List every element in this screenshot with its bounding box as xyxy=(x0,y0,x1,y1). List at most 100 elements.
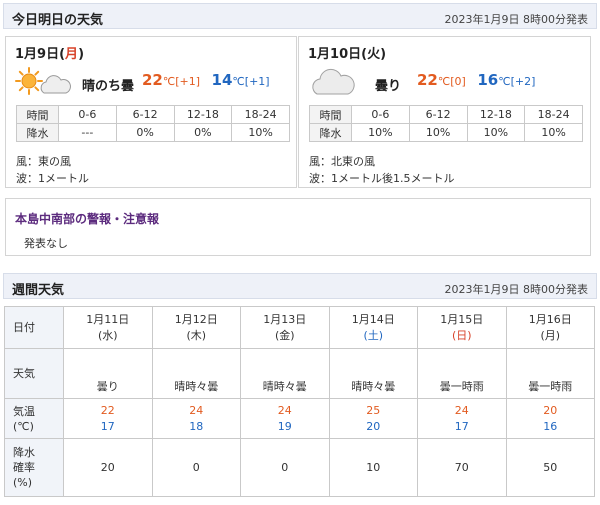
weekly-temp-cell: 24 18 xyxy=(151,398,241,439)
cloud-icon xyxy=(312,68,355,95)
table-row: 気温 (℃) 22 17 24 18 24 19 25 20 24 17 20 16 xyxy=(4,398,595,439)
weekly-date-cell: 1月13日 (金) xyxy=(240,306,330,349)
weekly-pop-cell: 10 xyxy=(328,438,418,497)
time-label: 時間 xyxy=(16,105,59,124)
weekly-low-temp: 20 xyxy=(366,419,381,433)
period-cell: 0-6 xyxy=(351,105,410,124)
weekly-low-temp: 18 xyxy=(189,419,204,433)
weekly-low-temp: 19 xyxy=(277,419,292,433)
table-row: 時間 0-6 6-12 12-18 18-24 xyxy=(309,105,583,124)
weekly-date: 1月11日 xyxy=(86,312,130,326)
today-low-diff: [+1] xyxy=(244,75,270,88)
today-weather-text: 晴のち曇 xyxy=(82,79,135,94)
period-cell: 18-24 xyxy=(231,105,290,124)
rain-cell: 10% xyxy=(408,123,468,142)
temp-label: 気温 (℃) xyxy=(4,398,64,439)
weekly-weather-cell: 曇一時雨 xyxy=(505,348,595,399)
weekly-high-temp: 24 xyxy=(454,403,469,417)
weekly-weather-cell: 曇一時雨 xyxy=(417,348,507,399)
weekly-date: 1月12日 xyxy=(174,312,218,326)
rain-label: 降水 xyxy=(16,123,59,142)
weekly-temp-cell: 22 17 xyxy=(63,398,153,439)
weekly-high-temp: 20 xyxy=(543,403,558,417)
table-row: 日付 1月11日 (水) 1月12日 (木) 1月13日 (金) 1月14日 (土) 1月15日… xyxy=(4,306,595,349)
time-label: 時間 xyxy=(309,105,352,124)
tomorrow-rain-table: 時間 0-6 6-12 12-18 18-24 降水 10% 10% 10% 1… xyxy=(309,105,583,142)
today-temperatures: 22℃[+1] 14℃[+1] xyxy=(142,71,270,89)
tomorrow-low-diff: [+2] xyxy=(510,75,536,88)
weekly-date-cell: 1月15日 (日) xyxy=(417,306,507,349)
weekly-weather-text: 曇一時雨 xyxy=(439,380,484,393)
weekly-weekday: (日) xyxy=(451,328,472,342)
weekly-pop-cell: 70 xyxy=(417,438,507,497)
weekly-weather-cell: 晴時々曇 xyxy=(151,348,241,399)
weekly-date: 1月13日 xyxy=(263,312,307,326)
weekly-weather-cell: 曇り xyxy=(63,348,153,399)
weekly-high-temp: 24 xyxy=(189,403,204,417)
weekly-pop-cell: 20 xyxy=(63,438,153,497)
period-cell: 12-18 xyxy=(173,105,233,124)
weekly-date-cell: 1月16日 (月) xyxy=(505,306,595,349)
tomorrow-weekday: 火 xyxy=(367,47,381,62)
tomorrow-high-diff: [0] xyxy=(450,75,466,88)
weekly-announced-time: 2023年1月9日 8時00分発表 xyxy=(444,283,588,296)
sun-with-cloud-icon xyxy=(265,353,305,377)
table-row: 天気 曇り 晴時々曇 晴時々曇 晴時々曇 曇一時雨 曇一時雨 xyxy=(4,348,595,399)
weekly-weather-text: 曇一時雨 xyxy=(528,380,573,393)
tomorrow-weather-text: 曇り xyxy=(375,79,402,94)
weekly-pop-cell: 0 xyxy=(240,438,330,497)
tomorrow-low-temp: 16℃ xyxy=(477,71,511,89)
alert-title-link[interactable]: 本島中南部の警報・注意報 xyxy=(15,210,159,227)
weekly-weekday: (金) xyxy=(274,328,295,342)
rain-cell: 10% xyxy=(231,123,290,142)
weekly-weather-text: 晴時々曇 xyxy=(262,380,307,393)
cloud-with-umbrella-icon xyxy=(442,353,482,377)
today-date: 1月9日 xyxy=(15,47,60,62)
today-panel: 1月9日(月) 晴のち曇 22℃[+1] 14℃[+1] 時間 0-6 6-12… xyxy=(5,36,297,188)
weekly-temp-cell: 20 16 xyxy=(505,398,595,439)
pop-label: 降水 確率 (%) xyxy=(4,438,64,497)
weekly-header: 週間天気 2023年1月9日 8時00分発表 xyxy=(3,273,597,299)
tomorrow-panel: 1月10日(火) 曇り 22℃[0] 16℃[+2] 時間 0-6 6-12 1… xyxy=(298,36,591,188)
weekly-weather-cell: 晴時々曇 xyxy=(328,348,418,399)
today-tomorrow-header: 今日明日の天気 2023年1月9日 8時00分発表 xyxy=(3,3,597,29)
weekly-low-temp: 17 xyxy=(100,419,115,433)
cloud-icon xyxy=(88,353,128,377)
today-tomorrow-title: 今日明日の天気 xyxy=(12,13,104,28)
rain-cell: 0% xyxy=(173,123,233,142)
table-row: 降水 10% 10% 10% 10% xyxy=(309,123,583,142)
weekly-low-temp: 16 xyxy=(543,419,558,433)
rain-cell: 10% xyxy=(524,123,583,142)
weekly-title: 週間天気 xyxy=(12,283,65,298)
weekly-weekday: (水) xyxy=(97,328,118,342)
rain-cell: --- xyxy=(58,123,117,142)
cloud-with-umbrella-icon xyxy=(530,353,570,377)
weekly-weekday: (月) xyxy=(540,328,561,342)
date-label: 日付 xyxy=(4,306,64,349)
weekly-date-cell: 1月12日 (木) xyxy=(151,306,241,349)
weekly-high-temp: 22 xyxy=(100,403,115,417)
weekly-weather-text: 晴時々曇 xyxy=(174,380,219,393)
alert-panel: 本島中南部の警報・注意報 発表なし xyxy=(5,198,591,256)
rain-label: 降水 xyxy=(309,123,352,142)
period-cell: 6-12 xyxy=(408,105,468,124)
today-date-heading: 1月9日(月) xyxy=(15,47,85,62)
weather-label: 天気 xyxy=(4,348,64,399)
today-rain-table: 時間 0-6 6-12 12-18 18-24 降水 --- 0% 0% 10% xyxy=(16,105,290,142)
weekly-temp-cell: 24 17 xyxy=(417,398,507,439)
weekly-date-cell: 1月14日 (土) xyxy=(328,306,418,349)
weekly-high-temp: 25 xyxy=(366,403,381,417)
today-announced-time: 2023年1月9日 8時00分発表 xyxy=(444,13,588,26)
period-cell: 12-18 xyxy=(466,105,526,124)
alert-body: 発表なし xyxy=(24,237,68,250)
rain-cell: 10% xyxy=(351,123,410,142)
today-high-diff: [+1] xyxy=(175,75,201,88)
tomorrow-high-temp: 22℃ xyxy=(417,71,451,89)
weekly-low-temp: 17 xyxy=(454,419,469,433)
rain-cell: 10% xyxy=(466,123,526,142)
period-cell: 6-12 xyxy=(115,105,175,124)
table-row: 時間 0-6 6-12 12-18 18-24 xyxy=(16,105,290,124)
today-weekday: 月 xyxy=(65,47,79,62)
weekly-date-cell: 1月11日 (水) xyxy=(63,306,153,349)
rain-cell: 0% xyxy=(115,123,175,142)
